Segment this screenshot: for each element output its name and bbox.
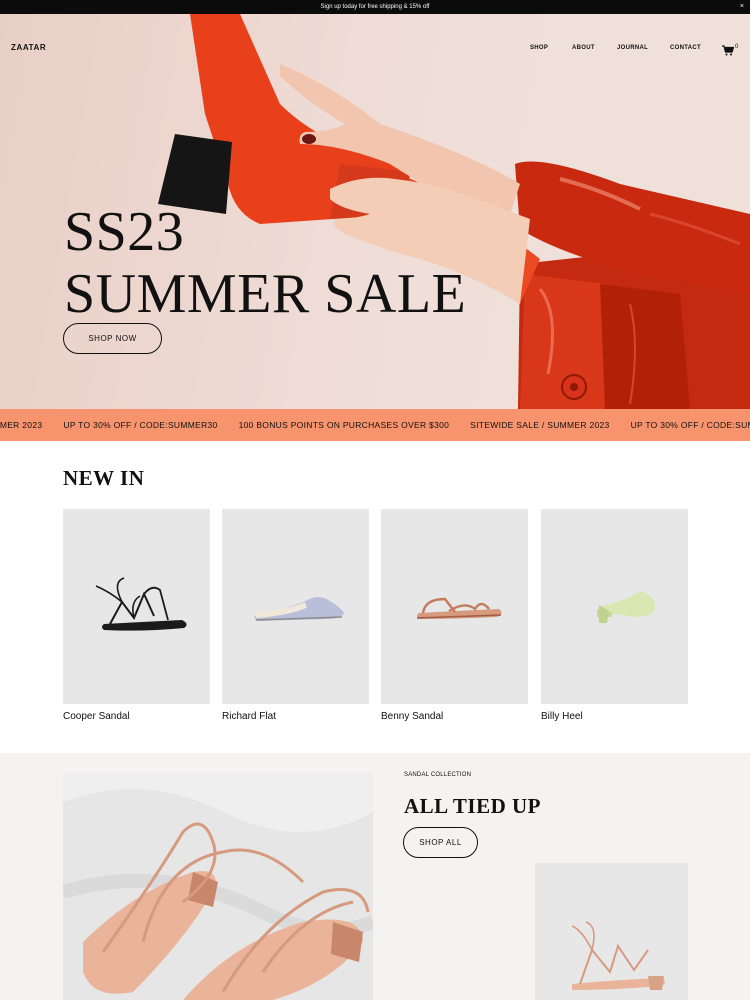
collection-title: ALL TIED UP — [404, 794, 541, 818]
richard-flat-image — [253, 596, 344, 621]
hero-title: SS23 SUMMER SALE — [64, 201, 466, 325]
nav-journal[interactable]: JOURNAL — [617, 45, 648, 51]
product-image[interactable] — [381, 509, 528, 704]
product-card[interactable]: Benny Sandal — [381, 509, 528, 722]
tied-sandals-image — [63, 772, 373, 1000]
collection-photo[interactable] — [63, 772, 373, 1000]
shop-now-button[interactable]: SHOP NOW — [63, 323, 162, 354]
collection-sandal-image — [571, 921, 665, 990]
logo[interactable]: ZAATAR — [11, 43, 46, 52]
product-name[interactable]: Richard Flat — [222, 711, 369, 722]
benny-sandal-image — [416, 597, 502, 619]
promo-marquee: UMMER 2023 UP TO 30% OFF / CODE:SUMMER30… — [0, 409, 750, 441]
collection-product-card[interactable] — [535, 863, 688, 1000]
cooper-sandal-image — [95, 576, 187, 631]
marquee-item: UP TO 30% OFF / CODE:SUMMER30 — [63, 420, 218, 430]
hero-title-line1: SS23 — [64, 201, 185, 263]
collection-eyebrow: SANDAL COLLECTION — [404, 772, 472, 778]
hero-title-line2: SUMMER SALE — [64, 263, 467, 325]
product-name[interactable]: Cooper Sandal — [63, 711, 210, 722]
nav-shop[interactable]: SHOP — [530, 45, 548, 51]
product-image[interactable] — [541, 509, 688, 704]
marquee-item: SITEWIDE SALE / SUMMER 2023 — [470, 420, 610, 430]
marquee-item: 100 BONUS POINTS ON PURCHASES OVER $300 — [238, 420, 450, 430]
product-card[interactable]: Richard Flat — [222, 509, 369, 722]
marquee-item: UMMER 2023 — [0, 420, 43, 430]
cart-count: 0 — [735, 44, 739, 50]
product-name[interactable]: Benny Sandal — [381, 711, 528, 722]
product-card[interactable]: Cooper Sandal — [63, 509, 210, 722]
close-icon[interactable]: × — [740, 2, 744, 12]
product-image[interactable] — [63, 509, 210, 704]
billy-heel-image — [596, 590, 655, 623]
shop-all-button[interactable]: SHOP ALL — [403, 827, 478, 858]
nav-about[interactable]: ABOUT — [572, 45, 595, 51]
product-image[interactable] — [222, 509, 369, 704]
product-name[interactable]: Billy Heel — [541, 711, 688, 722]
product-card[interactable]: Billy Heel — [541, 509, 688, 722]
marquee-item: UP TO 30% OFF / CODE:SUMMER30 — [630, 420, 750, 430]
nav-contact[interactable]: CONTACT — [670, 45, 701, 51]
cart-button[interactable]: 0 — [722, 43, 742, 56]
cart-icon — [722, 45, 735, 56]
new-in-title: NEW IN — [63, 466, 145, 490]
marquee-track: UMMER 2023 UP TO 30% OFF / CODE:SUMMER30… — [0, 409, 750, 441]
announcement-bar: Sign up today for free shipping & 15% of… — [0, 0, 750, 14]
announcement-text[interactable]: Sign up today for free shipping & 15% of… — [321, 4, 430, 10]
